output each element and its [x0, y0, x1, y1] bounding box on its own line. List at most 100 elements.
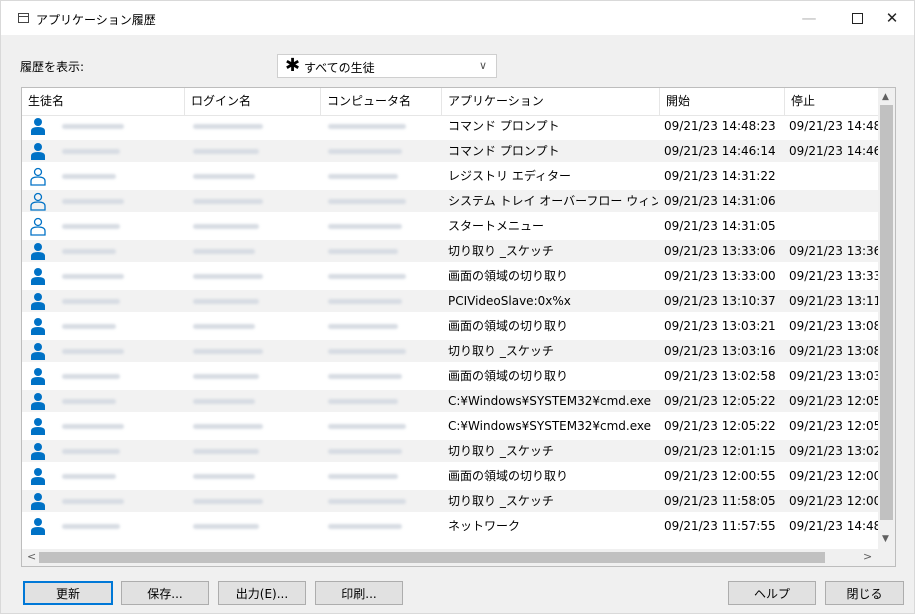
all-students-star-icon: ✱ — [285, 55, 301, 76]
vertical-scrollbar[interactable]: ▲ ▼ — [878, 88, 895, 549]
table-row[interactable]: 切り取り _スケッチ 09/21/23 13:03:16 09/21/23 13:0… — [22, 340, 878, 362]
column-header-stop[interactable]: 停止 — [785, 88, 878, 115]
stop-time-cell: 09/21/23 12:05:22 — [789, 419, 878, 433]
horizontal-scroll-thumb[interactable] — [39, 552, 825, 563]
stop-time-cell: 09/21/23 13:11:24 — [789, 294, 878, 308]
title-bar: アプリケーション履歴 — ✕ — [1, 1, 914, 35]
column-header-computer[interactable]: コンピュータ名 — [321, 88, 442, 115]
column-header-login[interactable]: ログイン名 — [185, 88, 321, 115]
stop-time-cell: 09/21/23 13:33:04 — [789, 269, 878, 283]
stop-time-cell — [789, 165, 878, 187]
student-icon — [31, 443, 45, 460]
start-time-cell: 09/21/23 12:00:55 — [664, 469, 776, 483]
login-name-blurred — [193, 274, 263, 279]
student-filter-value: すべての生徒 — [304, 61, 375, 75]
login-name-blurred — [193, 174, 255, 179]
table-row[interactable]: システム トレイ オーバーフロー ウィンドウ。 09/21/23 14:31:06 — [22, 190, 878, 212]
login-name-blurred — [193, 224, 259, 229]
column-header-application[interactable]: アプリケーション — [442, 88, 660, 115]
scroll-up-icon[interactable]: ▲ — [882, 92, 889, 102]
scroll-down-icon[interactable]: ▼ — [882, 534, 889, 544]
application-cell: 切り取り _スケッチ — [448, 494, 554, 508]
student-name-blurred — [62, 499, 124, 504]
stop-time-cell: 09/21/23 13:02:40 — [789, 444, 878, 458]
table-row[interactable]: 切り取り _スケッチ 09/21/23 13:33:06 09/21/23 13:3… — [22, 240, 878, 262]
table-row[interactable]: 画面の領域の切り取り 09/21/23 13:03:21 09/21/23 13:0… — [22, 315, 878, 337]
student-outline-icon — [30, 217, 46, 236]
table-row[interactable]: 画面の領域の切り取り 09/21/23 12:00:55 09/21/23 12:0… — [22, 465, 878, 487]
table-row[interactable]: 画面の領域の切り取り 09/21/23 13:02:58 09/21/23 13:0… — [22, 365, 878, 387]
start-time-cell: 09/21/23 12:05:22 — [664, 419, 776, 433]
save-button[interactable]: 保存... — [121, 581, 209, 605]
computer-name-blurred — [328, 224, 402, 229]
login-name-blurred — [193, 449, 259, 454]
application-cell: スタートメニュー — [448, 219, 545, 233]
minimize-button[interactable]: — — [786, 1, 832, 35]
table-row[interactable]: スタートメニュー 09/21/23 14:31:05 — [22, 215, 878, 237]
table-row[interactable]: レジストリ エディター 09/21/23 14:31:22 — [22, 165, 878, 187]
student-name-blurred — [62, 199, 124, 204]
student-name-blurred — [62, 274, 124, 279]
login-name-blurred — [193, 424, 263, 429]
computer-name-blurred — [328, 499, 406, 504]
history-table[interactable]: 生徒名 ログイン名 コンピュータ名 アプリケーション 開始 停止 コマンド プロ… — [21, 87, 896, 567]
column-header-student[interactable]: 生徒名 — [22, 88, 185, 115]
student-icon — [31, 118, 45, 135]
table-row[interactable]: ネットワーク 09/21/23 11:57:55 09/21/23 14:48:09 — [22, 515, 878, 537]
help-button[interactable]: ヘルプ — [728, 581, 816, 605]
stop-time-cell: 09/21/23 12:05:23 — [789, 394, 878, 408]
student-icon — [31, 393, 45, 410]
computer-name-blurred — [328, 249, 398, 254]
stop-time-cell: 09/21/23 13:08:51 — [789, 319, 878, 333]
table-row[interactable]: 切り取り _スケッチ 09/21/23 12:01:15 09/21/23 13:0… — [22, 440, 878, 462]
computer-name-blurred — [328, 199, 406, 204]
print-button[interactable]: 印刷... — [315, 581, 403, 605]
start-time-cell: 09/21/23 12:01:15 — [664, 444, 776, 458]
table-row[interactable]: C:¥Windows¥SYSTEM32¥cmd.exe 09/21/23 12:0… — [22, 415, 878, 437]
table-row[interactable]: C:¥Windows¥SYSTEM32¥cmd.exe 09/21/23 12:0… — [22, 390, 878, 412]
start-time-cell: 09/21/23 14:46:14 — [664, 144, 776, 158]
maximize-icon — [851, 12, 863, 24]
export-button[interactable]: 出力(E)... — [218, 581, 306, 605]
scroll-right-icon[interactable]: > — [863, 550, 872, 563]
refresh-button[interactable]: 更新 — [23, 581, 113, 605]
student-name-blurred — [62, 224, 120, 229]
horizontal-scrollbar[interactable]: < > — [22, 549, 878, 566]
student-icon — [31, 468, 45, 485]
login-name-blurred — [193, 124, 263, 129]
application-cell: PCIVideoSlave:0x%x — [448, 294, 571, 308]
vertical-scroll-thumb[interactable] — [880, 105, 893, 520]
scroll-left-icon[interactable]: < — [27, 550, 36, 563]
student-icon — [31, 368, 45, 385]
close-window-button[interactable]: ✕ — [869, 1, 914, 35]
start-time-cell: 09/21/23 13:02:58 — [664, 369, 776, 383]
column-header-start[interactable]: 開始 — [660, 88, 785, 115]
table-row[interactable]: PCIVideoSlave:0x%x 09/21/23 13:10:37 09/21… — [22, 290, 878, 312]
table-row[interactable]: コマンド プロンプト 09/21/23 14:46:14 09/21/23 14:4… — [22, 140, 878, 162]
start-time-cell: 09/21/23 12:05:22 — [664, 394, 776, 408]
close-button[interactable]: 閉じる — [825, 581, 904, 605]
student-filter-dropdown[interactable]: ✱ すべての生徒 ∨ — [277, 54, 497, 78]
table-row[interactable]: 画面の領域の切り取り 09/21/23 13:33:00 09/21/23 13:3… — [22, 265, 878, 287]
application-cell: C:¥Windows¥SYSTEM32¥cmd.exe — [448, 419, 651, 433]
stop-time-cell: 09/21/23 14:46:19 — [789, 144, 878, 158]
application-cell: 画面の領域の切り取り — [448, 269, 569, 283]
scrollbar-corner — [878, 549, 895, 566]
application-cell: 画面の領域の切り取り — [448, 469, 569, 483]
student-name-blurred — [62, 349, 124, 354]
login-name-blurred — [193, 474, 255, 479]
computer-name-blurred — [328, 324, 398, 329]
stop-time-cell — [789, 190, 878, 212]
stop-time-cell — [789, 215, 878, 237]
student-icon — [31, 493, 45, 510]
computer-name-blurred — [328, 124, 406, 129]
application-cell: コマンド プロンプト — [448, 144, 560, 158]
start-time-cell: 09/21/23 13:33:06 — [664, 244, 776, 258]
login-name-blurred — [193, 349, 263, 354]
stop-time-cell: 09/21/23 12:00:32 — [789, 494, 878, 508]
computer-name-blurred — [328, 299, 402, 304]
history-filter-label: 履歴を表示: — [20, 60, 85, 74]
table-row[interactable]: コマンド プロンプト 09/21/23 14:48:23 09/21/23 14:4… — [22, 115, 878, 137]
stop-time-cell: 09/21/23 14:48:09 — [789, 519, 878, 533]
table-row[interactable]: 切り取り _スケッチ 09/21/23 11:58:05 09/21/23 12:0… — [22, 490, 878, 512]
